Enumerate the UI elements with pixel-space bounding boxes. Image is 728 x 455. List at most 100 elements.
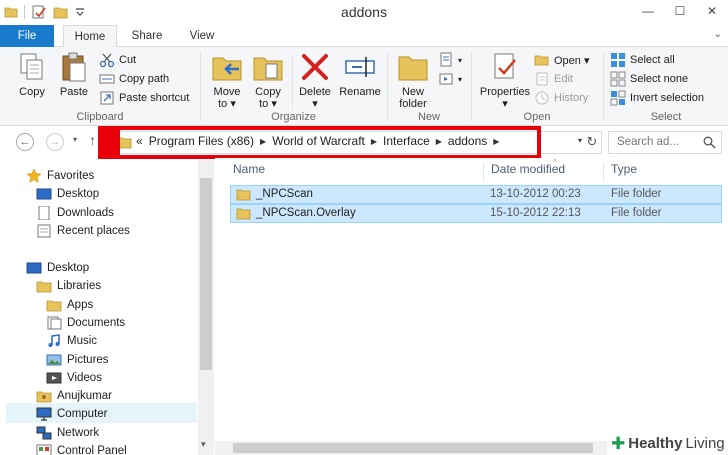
new-group-label: New — [417, 111, 440, 123]
table-row[interactable]: _NPCScan 13-10-2012 00:23 File folder — [230, 185, 722, 204]
properties-label: Properties — [479, 86, 531, 98]
up-button[interactable]: ↑ — [89, 132, 96, 148]
expand-ribbon-icon[interactable]: ⌄ — [714, 29, 722, 40]
nav-item-apps[interactable]: Apps — [46, 298, 93, 312]
copy-button[interactable]: Copy — [12, 51, 52, 98]
nav-item-computer[interactable]: Computer — [36, 407, 108, 421]
move-to-button[interactable]: Move to ▾ — [206, 51, 248, 110]
desktop-icon — [26, 262, 42, 274]
user-folder-icon — [36, 391, 52, 403]
copy-to-label: Copy — [255, 86, 281, 98]
computer-icon — [36, 407, 52, 421]
close-button[interactable]: ✕ — [696, 0, 728, 22]
nav-label: Desktop — [47, 262, 90, 274]
file-date: 13-10-2012 00:23 — [490, 188, 581, 200]
forward-button[interactable]: → — [46, 133, 64, 151]
paste-button[interactable]: Paste — [54, 51, 94, 98]
file-type: File folder — [611, 207, 662, 219]
open-button[interactable]: Open ▾ — [534, 52, 590, 68]
rename-button[interactable]: Rename — [337, 51, 383, 98]
nav-label: Control Panel — [57, 445, 127, 455]
nav-label: Downloads — [57, 207, 114, 219]
nav-label: Computer — [57, 408, 108, 420]
libraries-icon — [36, 281, 52, 293]
organize-group: Move to ▾ Copy to ▾ Delete ▾ Rename Orga… — [201, 47, 386, 126]
nav-item-downloads[interactable]: Downloads — [36, 206, 114, 220]
organize-group-label: Organize — [271, 111, 316, 123]
nav-item-recent-places[interactable]: Recent places — [36, 224, 130, 238]
nav-item-desktop[interactable]: Desktop — [26, 261, 89, 275]
paste-icon — [62, 52, 86, 82]
open-folder-icon — [534, 55, 549, 66]
copy-path-label: Copy path — [119, 73, 170, 85]
delete-button[interactable]: Delete ▾ — [295, 51, 335, 110]
nav-item-music[interactable]: Music — [46, 334, 97, 348]
nav-label: Network — [57, 427, 100, 439]
paste-shortcut-button[interactable]: Paste shortcut — [99, 90, 189, 106]
tab-file[interactable]: File — [0, 25, 54, 47]
watermark-logo: ✚ Healthy Living — [607, 432, 728, 455]
easy-access-button[interactable]: ▾ — [438, 71, 462, 87]
clipboard-group: Copy Paste Cut Copy path Paste shortcut … — [0, 47, 200, 126]
invert-selection-button[interactable]: Invert selection — [610, 90, 704, 106]
folder-icon — [236, 208, 251, 220]
select-none-button[interactable]: Select none — [610, 71, 688, 87]
nav-item-favorites[interactable]: Favorites — [26, 169, 94, 183]
file-type: File folder — [611, 188, 662, 200]
highlight-fill — [102, 130, 120, 155]
history-button[interactable]: History — [534, 90, 588, 106]
invert-selection-label: Invert selection — [630, 92, 704, 104]
address-highlight-box — [98, 126, 541, 159]
tab-view[interactable]: View — [182, 25, 222, 47]
table-row[interactable]: _NPCScan.Overlay 15-10-2012 22:13 File f… — [230, 204, 722, 223]
nav-item-desktop-favorite[interactable]: Desktop — [36, 187, 99, 201]
delete-dropdown-label: ▾ — [312, 98, 318, 110]
copy-path-button[interactable]: Copy path — [99, 71, 169, 87]
nav-item-user[interactable]: Anujkumar — [36, 389, 112, 403]
nav-item-pictures[interactable]: Pictures — [46, 353, 109, 367]
file-name: _NPCScan.Overlay — [256, 207, 356, 219]
column-divider[interactable] — [483, 162, 484, 182]
edit-button[interactable]: Edit — [534, 71, 573, 87]
videos-icon — [46, 372, 62, 384]
new-folder-button[interactable]: New folder — [392, 51, 434, 110]
properties-button[interactable]: Properties ▾ — [476, 51, 534, 110]
window-controls: — ☐ ✕ — [632, 0, 728, 22]
apps-icon — [46, 300, 62, 312]
nav-item-videos[interactable]: Videos — [46, 371, 102, 385]
nav-scrollbar-thumb[interactable] — [200, 178, 212, 370]
column-header-name[interactable]: Name — [233, 162, 265, 176]
copy-to-button[interactable]: Copy to ▾ — [247, 51, 289, 110]
recent-locations-dropdown[interactable]: ▾ — [73, 135, 77, 144]
nav-item-libraries[interactable]: Libraries — [36, 279, 101, 293]
nav-item-network[interactable]: Network — [36, 426, 99, 440]
column-divider[interactable] — [603, 162, 604, 182]
nav-item-control-panel[interactable]: Control Panel — [36, 444, 127, 455]
minimize-button[interactable]: — — [632, 0, 664, 22]
column-header-date-modified[interactable]: Date modified — [491, 162, 565, 176]
scroll-down-arrow[interactable]: ▾ — [201, 439, 206, 450]
paste-shortcut-label: Paste shortcut — [119, 92, 190, 104]
maximize-button[interactable]: ☐ — [664, 0, 696, 22]
horizontal-scrollbar-thumb[interactable] — [233, 443, 593, 453]
group-divider — [292, 55, 293, 110]
column-header-type[interactable]: Type — [611, 162, 637, 176]
nav-label: Anujkumar — [57, 390, 112, 402]
history-icon — [535, 91, 549, 105]
cut-button[interactable]: Cut — [99, 52, 136, 68]
paste-shortcut-icon — [100, 91, 114, 105]
nav-item-documents[interactable]: Documents — [46, 316, 125, 330]
tab-share[interactable]: Share — [124, 25, 170, 47]
search-input[interactable]: Search ad... — [608, 131, 722, 154]
back-button[interactable]: ← — [16, 133, 34, 151]
nav-label: Pictures — [67, 354, 109, 366]
pictures-icon — [46, 354, 62, 366]
open-group: Properties ▾ Open ▾ Edit History Open — [472, 47, 602, 126]
select-all-button[interactable]: Select all — [610, 52, 675, 68]
address-dropdown[interactable]: ▾ — [578, 136, 582, 145]
new-folder-label: New — [401, 86, 424, 98]
refresh-button[interactable]: ↻ — [583, 133, 601, 151]
new-item-button[interactable]: ▾ — [438, 52, 462, 68]
copy-label: Copy — [19, 86, 45, 98]
tab-home[interactable]: Home — [63, 25, 117, 48]
